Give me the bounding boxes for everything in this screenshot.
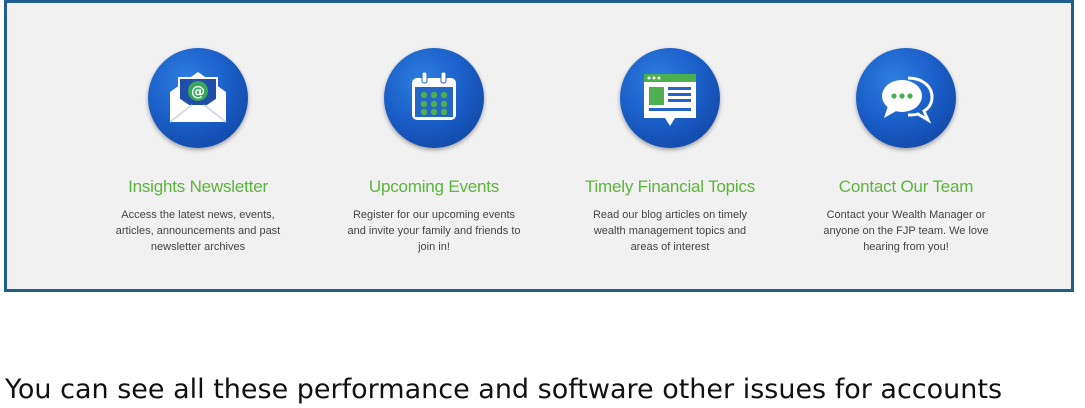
feature-title[interactable]: Insights Newsletter xyxy=(78,177,318,197)
feature-list: @ Insights Newsletter Access the latest … xyxy=(7,3,1071,289)
feature-insights-newsletter[interactable]: @ Insights Newsletter Access the latest … xyxy=(78,48,318,255)
chat-bubbles-icon xyxy=(856,48,956,148)
feature-description: Read our blog articles on timely wealth … xyxy=(565,207,775,255)
blog-article-icon xyxy=(620,48,720,148)
calendar-icon xyxy=(384,48,484,148)
feature-title[interactable]: Contact Our Team xyxy=(786,177,1026,197)
feature-contact-our-team[interactable]: Contact Our Team Contact your Wealth Man… xyxy=(786,48,1026,255)
feature-description-line: and invite your family and friends to xyxy=(347,225,521,237)
feature-description-line: wealth management topics and xyxy=(593,225,747,237)
feature-description-line: newsletter archives xyxy=(150,241,246,253)
feature-description-line: Contact your Wealth Manager or xyxy=(826,209,986,221)
feature-description-line: Read our blog articles on timely xyxy=(592,209,748,221)
feature-description-line: articles, announcements and past xyxy=(115,225,281,237)
feature-description-line: Register for our upcoming events xyxy=(352,209,516,221)
feature-upcoming-events[interactable]: Upcoming Events Register for our upcomin… xyxy=(314,48,554,255)
feature-description-line: areas of interest xyxy=(630,241,710,253)
svg-text:@: @ xyxy=(191,84,205,100)
feature-title[interactable]: Upcoming Events xyxy=(314,177,554,197)
envelope-at-icon: @ xyxy=(148,48,248,148)
feature-description-line: Access the latest news, events, xyxy=(121,209,275,221)
feature-description-line: join in! xyxy=(418,241,450,253)
feature-timely-financial-topics[interactable]: Timely Financial Topics Read our blog ar… xyxy=(550,48,790,255)
feature-description-line: hearing from you! xyxy=(863,241,949,253)
feature-description-line: anyone on the FJP team. We love xyxy=(823,225,989,237)
feature-description: Contact your Wealth Manager or anyone on… xyxy=(801,207,1011,255)
body-text-partial: You can see all these performance and so… xyxy=(5,374,1003,405)
feature-title[interactable]: Timely Financial Topics xyxy=(550,177,790,197)
feature-description: Register for our upcoming events and inv… xyxy=(329,207,539,255)
features-panel: @ Insights Newsletter Access the latest … xyxy=(4,0,1074,292)
feature-description: Access the latest news, events, articles… xyxy=(93,207,303,255)
